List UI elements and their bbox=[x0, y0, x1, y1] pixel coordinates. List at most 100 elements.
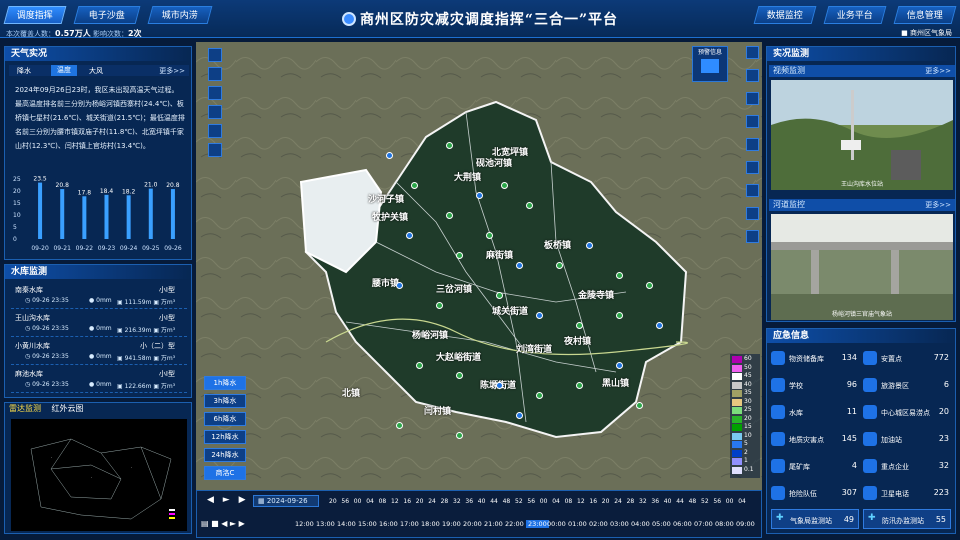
building-tool-icon[interactable] bbox=[208, 105, 222, 119]
station-marker-icon[interactable] bbox=[406, 232, 413, 239]
station-marker-icon[interactable] bbox=[586, 242, 593, 249]
town-label[interactable]: 北宽坪镇 bbox=[492, 145, 528, 158]
tab-info-manage[interactable]: 信息管理 bbox=[893, 6, 957, 24]
station-marker-icon[interactable] bbox=[526, 202, 533, 209]
tab-cloud[interactable]: 红外云图 bbox=[52, 404, 84, 413]
emergency-item[interactable]: 旅游景区 6 bbox=[863, 376, 951, 396]
station-marker-icon[interactable] bbox=[436, 302, 443, 309]
hour-tick[interactable]: 00:00 bbox=[547, 520, 566, 528]
emergency-item[interactable]: 卫星电话 223 bbox=[863, 484, 951, 504]
minute-tick[interactable]: 48 bbox=[689, 498, 697, 505]
reservoir-item[interactable]: 小黄川水库 小（二）型 ◷ 09-26 23:35 ● 0mm ▣ 941.58m ▣ … bbox=[11, 339, 187, 365]
emergency-item[interactable]: 抢险队伍 307 bbox=[771, 484, 859, 504]
station-marker-icon[interactable] bbox=[486, 232, 493, 239]
tab-rain[interactable]: 降水 bbox=[17, 66, 31, 76]
hour-tick[interactable]: 16:00 bbox=[379, 520, 398, 528]
hour-tick[interactable]: 03:00 bbox=[610, 520, 629, 528]
emergency-item[interactable]: 学校 96 bbox=[771, 376, 859, 396]
station-marker-icon[interactable] bbox=[656, 322, 663, 329]
hour-tick[interactable]: 22:00 bbox=[505, 520, 524, 528]
emergency-item[interactable]: 重点企业 32 bbox=[863, 457, 951, 477]
minute-tick[interactable]: 20 bbox=[602, 498, 610, 505]
town-label[interactable]: 大荆镇 bbox=[454, 170, 481, 183]
hour-tick[interactable]: 13:00 bbox=[316, 520, 335, 528]
emergency-item[interactable]: 水库 11 bbox=[771, 403, 859, 423]
emergency-item[interactable]: 尾矿库 4 bbox=[771, 457, 859, 477]
weather-more-link[interactable]: 更多>> bbox=[159, 66, 185, 76]
minute-tick[interactable]: 56 bbox=[341, 498, 349, 505]
hour-tick[interactable]: 01:00 bbox=[568, 520, 587, 528]
date-picker[interactable]: ▦ 2024-09-26 bbox=[253, 495, 319, 507]
rain-button[interactable]: 6h降水 bbox=[204, 412, 246, 426]
tab-sandbox[interactable]: 电子沙盘 bbox=[73, 6, 141, 24]
town-label[interactable]: 三岔河镇 bbox=[436, 282, 472, 295]
station-marker-icon[interactable] bbox=[386, 152, 393, 159]
minute-tick[interactable]: 28 bbox=[441, 498, 449, 505]
town-label[interactable]: 黑山镇 bbox=[602, 376, 629, 389]
home-tool-icon[interactable] bbox=[208, 124, 222, 138]
tab-temp[interactable]: 温度 bbox=[51, 65, 77, 76]
list-tool-icon[interactable] bbox=[746, 115, 759, 128]
station-marker-icon[interactable] bbox=[446, 142, 453, 149]
tab-business[interactable]: 业务平台 bbox=[823, 6, 887, 24]
town-label[interactable]: 麻街镇 bbox=[486, 248, 513, 261]
hour-tick[interactable]: 09:00 bbox=[736, 520, 755, 528]
fullscreen-tool-icon[interactable] bbox=[746, 46, 759, 59]
station-marker-icon[interactable] bbox=[446, 212, 453, 219]
chart-tool-icon[interactable] bbox=[208, 86, 222, 100]
minute-tick[interactable]: 44 bbox=[676, 498, 684, 505]
station-marker-icon[interactable] bbox=[456, 372, 463, 379]
station-marker-icon[interactable] bbox=[556, 262, 563, 269]
minute-tick[interactable]: 24 bbox=[428, 498, 436, 505]
user-label[interactable]: ■ 商州区气象局 bbox=[901, 28, 952, 38]
minute-tick[interactable]: 08 bbox=[379, 498, 387, 505]
minute-tick[interactable]: 16 bbox=[403, 498, 411, 505]
locate-tool-icon[interactable] bbox=[746, 69, 759, 82]
hour-tick[interactable]: 04:00 bbox=[631, 520, 650, 528]
layers-tool-icon[interactable] bbox=[208, 48, 222, 62]
minute-tick[interactable]: 32 bbox=[639, 498, 647, 505]
prev-button[interactable]: ◀ bbox=[207, 495, 214, 505]
video-more-link[interactable]: 更多>> bbox=[925, 65, 951, 77]
minute-tick[interactable]: 04 bbox=[552, 498, 560, 505]
doc-tool-icon[interactable] bbox=[208, 143, 222, 157]
town-label[interactable]: 金陵寺镇 bbox=[578, 288, 614, 301]
rain-button[interactable]: 1h降水 bbox=[204, 376, 246, 390]
minute-tick[interactable]: 52 bbox=[701, 498, 709, 505]
town-label[interactable]: 板桥镇 bbox=[544, 238, 571, 251]
station-marker-icon[interactable] bbox=[636, 402, 643, 409]
hour-tick[interactable]: 12:00 bbox=[295, 520, 314, 528]
station-marker-icon[interactable] bbox=[501, 182, 508, 189]
minute-tick[interactable]: 48 bbox=[503, 498, 511, 505]
river-more-link[interactable]: 更多>> bbox=[925, 199, 951, 211]
hour-tick[interactable]: 07:00 bbox=[694, 520, 713, 528]
station-marker-icon[interactable] bbox=[456, 252, 463, 259]
video-feed[interactable]: 王山沟库水位站 bbox=[771, 80, 953, 190]
reservoir-item[interactable]: 王山沟水库 小Ⅰ型 ◷ 09-26 23:35 ● 0mm ▣ 216.39m ▣ 万m… bbox=[11, 311, 187, 337]
search-tool-icon[interactable] bbox=[746, 161, 759, 174]
station-marker-icon[interactable] bbox=[616, 312, 623, 319]
tab-waterlog[interactable]: 城市内涝 bbox=[147, 6, 213, 24]
warning-info-button[interactable]: 预警信息 bbox=[692, 46, 728, 82]
emergency-item[interactable]: 中心城区易涝点 20 bbox=[863, 403, 951, 423]
station-marker-icon[interactable] bbox=[456, 432, 463, 439]
flag-tool-icon[interactable] bbox=[746, 184, 759, 197]
town-label[interactable]: 城关街道 bbox=[492, 304, 528, 317]
rain-button[interactable]: 商洛C bbox=[204, 466, 246, 480]
hour-tick[interactable]: 06:00 bbox=[673, 520, 692, 528]
minute-tick[interactable]: 04 bbox=[366, 498, 374, 505]
hour-tick[interactable]: 19:00 bbox=[442, 520, 461, 528]
minute-tick[interactable]: 56 bbox=[713, 498, 721, 505]
minute-tick[interactable]: 12 bbox=[577, 498, 585, 505]
town-label[interactable]: 刘湾街道 bbox=[516, 342, 552, 355]
minute-tick[interactable]: 56 bbox=[527, 498, 535, 505]
hour-tick[interactable]: 02:00 bbox=[589, 520, 608, 528]
town-label[interactable]: 沙河子镇 bbox=[368, 192, 404, 205]
minute-tick[interactable]: 00 bbox=[540, 498, 548, 505]
grid-tool-icon[interactable] bbox=[746, 138, 759, 151]
hour-tick[interactable]: 14:00 bbox=[337, 520, 356, 528]
hour-tick[interactable]: 20:00 bbox=[463, 520, 482, 528]
station-marker-icon[interactable] bbox=[411, 182, 418, 189]
station-count[interactable]: ✚ 防汛办监测站 55 bbox=[863, 509, 951, 529]
hour-tick[interactable]: 17:00 bbox=[400, 520, 419, 528]
